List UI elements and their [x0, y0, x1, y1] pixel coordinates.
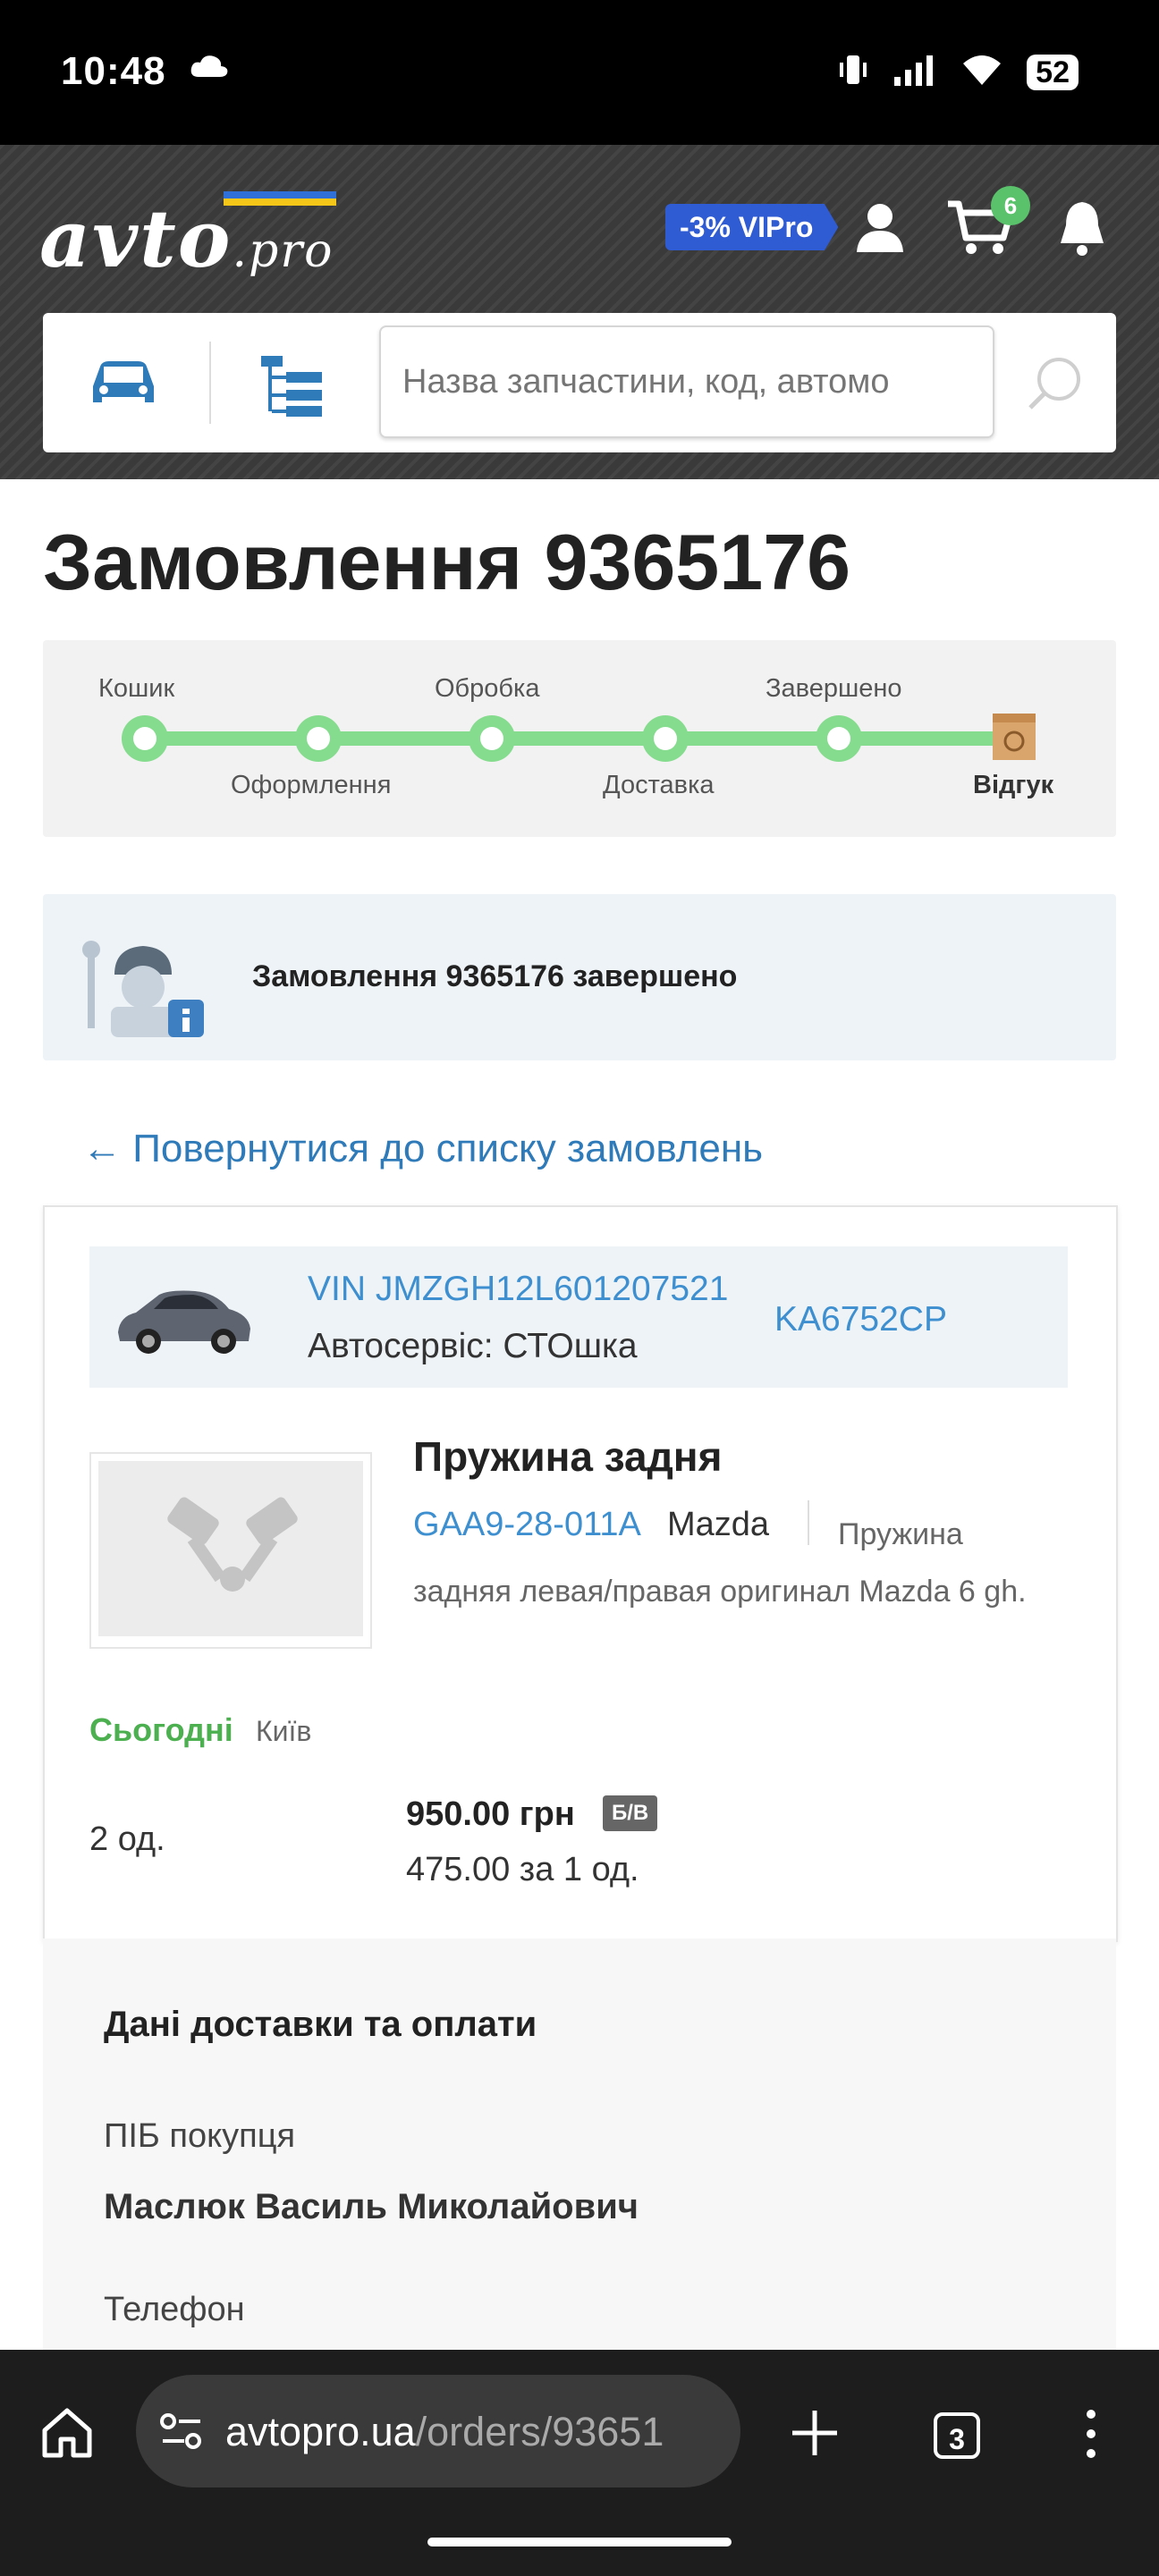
- gesture-bar: [427, 2538, 732, 2546]
- signal-icon: [893, 52, 937, 92]
- user-icon[interactable]: [851, 198, 909, 260]
- status-bar: 10:48 52: [0, 0, 1159, 145]
- progress-track: [143, 731, 1018, 746]
- search-icon[interactable]: [1025, 354, 1084, 418]
- phone-label: Телефон: [104, 2291, 245, 2328]
- progress-step-dot: [295, 715, 342, 762]
- site-settings-icon[interactable]: [159, 2411, 204, 2456]
- banner-text: Замовлення 9365176 завершено: [252, 959, 738, 993]
- buyer-name: Маслюк Василь Миколайович: [104, 2187, 639, 2226]
- cloud-icon: [190, 54, 229, 83]
- vipro-badge[interactable]: -3% VIPro: [665, 204, 839, 250]
- product-description: Пружина задняя левая/правая оригинал Maz…: [413, 1517, 1027, 1609]
- buyer-label: ПІБ покупця: [104, 2117, 296, 2155]
- new-tab-icon[interactable]: [789, 2407, 841, 2463]
- logo-main: avto: [39, 192, 233, 285]
- license-plate-link[interactable]: KA6752CP: [774, 1300, 947, 1339]
- pistons-placeholder-icon: [152, 1493, 313, 1605]
- seller-city: Київ: [256, 1715, 312, 1747]
- bell-icon[interactable]: [1053, 198, 1111, 262]
- site-logo[interactable]: avto.pro: [39, 192, 334, 285]
- menu-dots-icon[interactable]: [1082, 2409, 1100, 2463]
- step-label-completed: Завершено: [766, 674, 902, 703]
- logo-pro: .pro: [232, 224, 334, 278]
- catalog-tree-icon[interactable]: [259, 354, 326, 423]
- progress-step-dot: [469, 715, 515, 762]
- progress-step-dot: [122, 715, 168, 762]
- mechanic-info-icon: [79, 930, 222, 1051]
- step-label-delivery: Доставка: [603, 771, 715, 799]
- car-image: [113, 1270, 256, 1364]
- product-name[interactable]: Пружина задня: [413, 1432, 722, 1481]
- total-price: 950.00 грн: [406, 1795, 575, 1833]
- progress-step-dot: [642, 715, 689, 762]
- search-divider: [209, 342, 211, 424]
- search-input[interactable]: [379, 325, 994, 438]
- page-title: Замовлення 9365176: [43, 518, 851, 606]
- service-name: Автосервіс: СТОшка: [308, 1327, 638, 1365]
- quantity: 2 од.: [89, 1820, 165, 1858]
- review-box-icon[interactable]: [991, 712, 1037, 766]
- step-label-checkout: Оформлення: [231, 771, 392, 799]
- url-path: /orders/93651: [415, 2409, 664, 2454]
- step-label-cart: Кошик: [98, 674, 175, 703]
- tab-switcher-button[interactable]: 3: [934, 2412, 980, 2459]
- cart-count-badge: 6: [991, 186, 1030, 225]
- clock: 10:48: [61, 49, 166, 93]
- url-text[interactable]: avtopro.ua/orders/93651: [225, 2409, 726, 2455]
- unit-price: 475.00 за 1 од.: [406, 1851, 639, 1888]
- availability-status: Сьогодні: [89, 1711, 233, 1748]
- delivery-title: Дані доставки та оплати: [104, 2005, 537, 2044]
- step-label-processing: Обробка: [435, 674, 540, 703]
- vin-link[interactable]: VIN JMZGH12L601207521: [308, 1270, 728, 1309]
- battery-indicator: 52: [1027, 54, 1079, 90]
- progress-step-dot: [816, 715, 862, 762]
- wifi-icon: [960, 53, 1003, 91]
- flag-stripe-icon: [224, 191, 336, 206]
- url-host: avtopro.ua: [225, 2409, 416, 2454]
- back-to-orders-link[interactable]: ← Повернутися до списку замовлень: [82, 1127, 763, 1171]
- car-select-icon[interactable]: [88, 356, 159, 414]
- home-icon[interactable]: [39, 2405, 95, 2465]
- condition-badge: Б/В: [603, 1795, 658, 1831]
- vibrate-icon: [837, 52, 869, 92]
- step-label-review[interactable]: Відгук: [973, 771, 1053, 800]
